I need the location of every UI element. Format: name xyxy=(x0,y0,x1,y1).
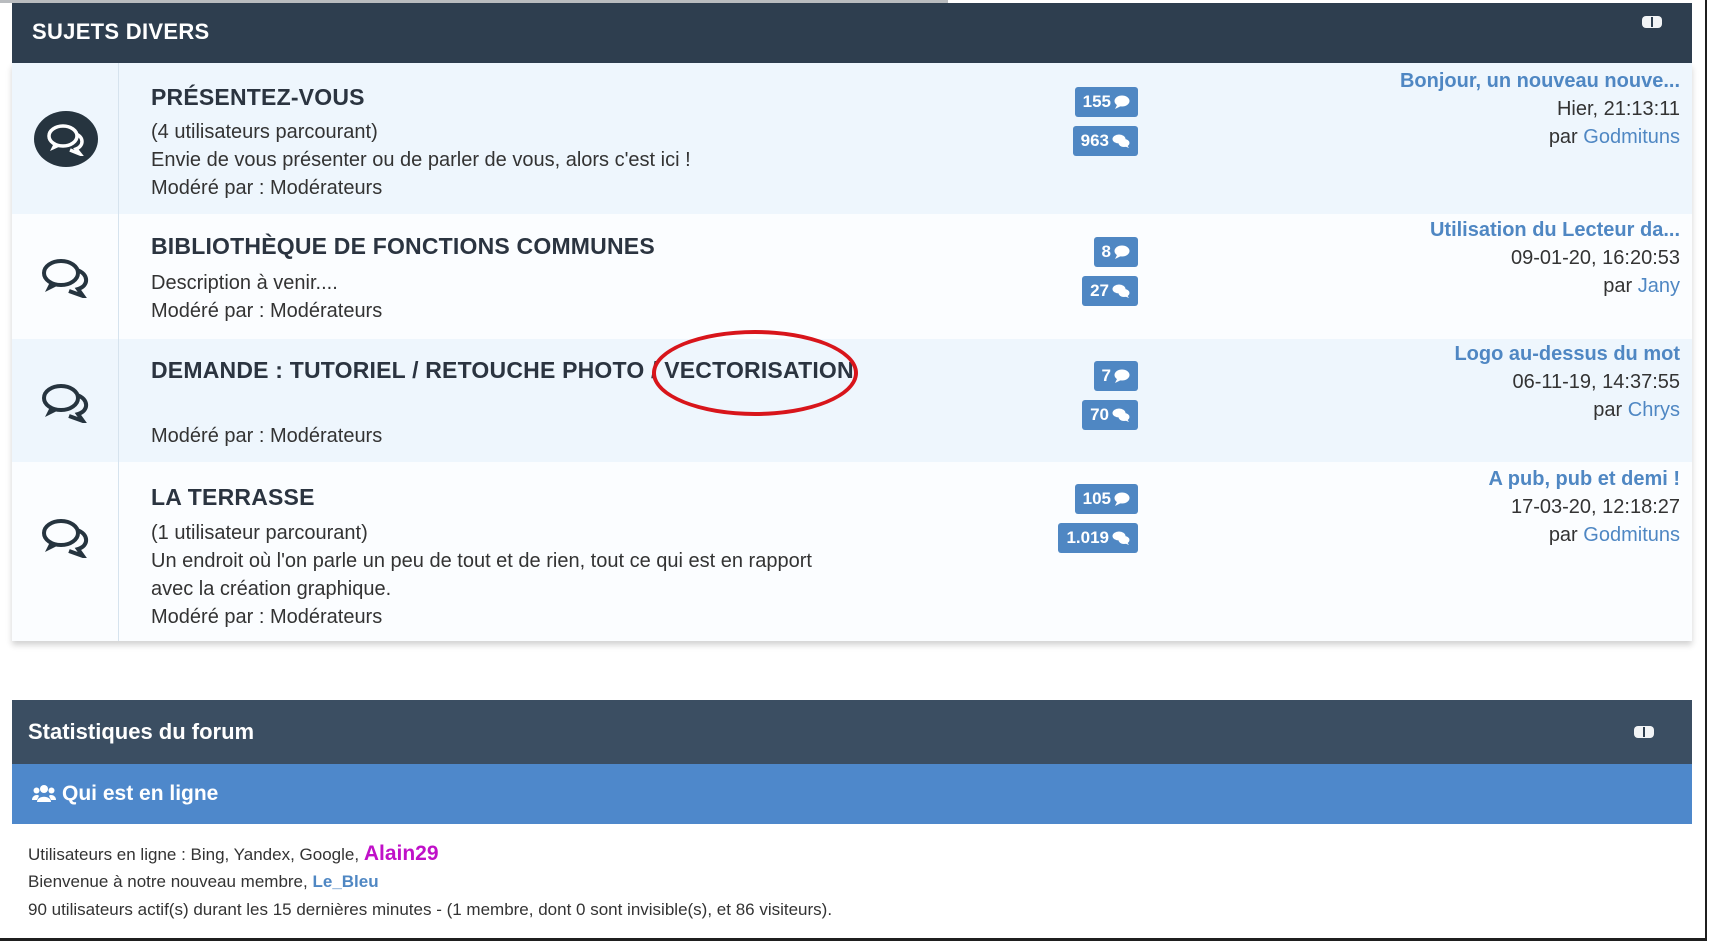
forum-icon-cell xyxy=(12,462,119,641)
topics-count-badge: 105 xyxy=(1074,484,1138,514)
users-group-icon xyxy=(32,785,56,802)
forum-moderators: Modéré par : Modérateurs xyxy=(151,300,383,322)
forum-title-link[interactable]: LA TERRASSE xyxy=(151,484,315,511)
newest-member-label: Bienvenue à notre nouveau membre, xyxy=(28,872,308,891)
last-post-date: 09-01-20, 16:20:53 xyxy=(1510,247,1680,269)
forum-moderators: Modéré par : Modérateurs xyxy=(151,606,383,628)
forum-description: Description à venir.... xyxy=(151,272,338,294)
posts-bubbles-icon xyxy=(1112,134,1130,148)
who-is-online-bar: Qui est en ligne xyxy=(12,764,1692,824)
topics-bubble-icon xyxy=(1114,492,1130,506)
posts-bubbles-icon xyxy=(1112,531,1130,545)
forum-description-line1: Un endroit où l'on parle un peu de tout … xyxy=(151,550,812,572)
online-users-label: Utilisateurs en ligne : Bing, Yandex, Go… xyxy=(28,845,360,864)
online-users-line: Utilisateurs en ligne : Bing, Yandex, Go… xyxy=(28,842,439,866)
collapse-toggle-icon[interactable] xyxy=(1634,726,1654,738)
posts-count: 1.019 xyxy=(1066,528,1109,547)
last-post-author: par Godmituns xyxy=(1489,521,1680,549)
online-user-link[interactable]: Alain29 xyxy=(364,842,439,865)
stats-title: Statistiques du forum xyxy=(28,719,255,744)
last-post-author-link[interactable]: Godmituns xyxy=(1583,524,1680,546)
last-post-title-link[interactable]: Bonjour, un nouveau nouve... xyxy=(1400,67,1680,95)
topics-bubble-icon xyxy=(1114,369,1130,383)
newest-member-line: Bienvenue à notre nouveau membre, Le_Ble… xyxy=(28,872,379,892)
topics-count: 155 xyxy=(1082,92,1111,111)
newest-member-link[interactable]: Le_Bleu xyxy=(312,872,378,891)
posts-count-badge: 27 xyxy=(1082,276,1138,306)
topics-bubble-icon xyxy=(1114,245,1130,259)
forum-row-presentez-vous: PRÉSENTEZ-VOUS (4 utilisateurs parcouran… xyxy=(12,63,1692,214)
forum-browsing-count: (1 utilisateur parcourant) xyxy=(151,522,368,544)
topics-count: 8 xyxy=(1101,242,1111,261)
last-post-by-label: par xyxy=(1548,524,1578,546)
last-post-author-link[interactable]: Godmituns xyxy=(1583,126,1680,148)
collapse-toggle-icon[interactable] xyxy=(1642,16,1662,28)
highlight-annotation-ellipse xyxy=(652,330,858,416)
forum-row-bibliotheque: BIBLIOTHÈQUE DE FONCTIONS COMMUNES Descr… xyxy=(12,214,1692,339)
forum-description-line2: avec la création graphique. xyxy=(151,578,392,600)
forum-list: PRÉSENTEZ-VOUS (4 utilisateurs parcouran… xyxy=(12,63,1692,641)
forum-title-link[interactable]: BIBLIOTHÈQUE DE FONCTIONS COMMUNES xyxy=(151,233,655,260)
posts-count: 963 xyxy=(1080,131,1109,150)
last-post-info: Logo au-dessus du mot 06-11-19, 14:37:55… xyxy=(1454,340,1680,424)
forum-read-icon xyxy=(42,384,89,423)
forum-moderators: Modéré par : Modérateurs xyxy=(151,425,383,447)
forum-row-la-terrasse: LA TERRASSE (1 utilisateur parcourant) U… xyxy=(12,462,1692,641)
forum-icon-cell xyxy=(12,63,119,214)
forum-description: Envie de vous présenter ou de parler de … xyxy=(151,149,691,171)
last-post-author: par Godmituns xyxy=(1400,123,1680,151)
topics-count: 7 xyxy=(1101,366,1111,385)
category-title: SUJETS DIVERS xyxy=(32,19,210,44)
last-post-info: Bonjour, un nouveau nouve... Hier, 21:13… xyxy=(1400,67,1680,151)
forum-read-icon xyxy=(42,519,89,558)
posts-bubbles-icon xyxy=(1112,408,1130,422)
last-post-by-label: par xyxy=(1548,126,1578,148)
forum-browsing-count: (4 utilisateurs parcourant) xyxy=(151,121,378,143)
posts-bubbles-icon xyxy=(1112,284,1130,298)
topics-count: 105 xyxy=(1082,489,1111,508)
last-post-title-link[interactable]: A pub, pub et demi ! xyxy=(1489,465,1680,493)
last-post-author-link[interactable]: Jany xyxy=(1638,275,1680,297)
last-post-title-link[interactable]: Logo au-dessus du mot xyxy=(1454,340,1680,368)
window-right-edge xyxy=(1705,0,1707,941)
topics-bubble-icon xyxy=(1114,95,1130,109)
last-post-author-link[interactable]: Chrys xyxy=(1628,399,1680,421)
who-is-online-title: Qui est en ligne xyxy=(32,782,218,806)
forum-row-demande-tutoriel: DEMANDE : TUTORIEL / RETOUCHE PHOTO / VE… xyxy=(12,339,1692,462)
topics-count-badge: 8 xyxy=(1093,237,1138,267)
category-header: SUJETS DIVERS xyxy=(12,3,1692,63)
forum-read-icon xyxy=(42,259,89,298)
last-post-date: 06-11-19, 14:37:55 xyxy=(1512,371,1680,393)
posts-count: 70 xyxy=(1090,405,1109,424)
forum-moderators: Modéré par : Modérateurs xyxy=(151,177,383,199)
last-post-title-link[interactable]: Utilisation du Lecteur da... xyxy=(1430,216,1680,244)
last-post-info: Utilisation du Lecteur da... 09-01-20, 1… xyxy=(1430,216,1680,300)
posts-count-badge: 70 xyxy=(1082,400,1138,430)
last-post-by-label: par xyxy=(1603,275,1633,297)
forum-new-posts-icon xyxy=(34,111,98,167)
topics-count-badge: 7 xyxy=(1093,361,1138,391)
last-post-info: A pub, pub et demi ! 17-03-20, 12:18:27 … xyxy=(1489,465,1680,549)
last-post-by-label: par xyxy=(1593,399,1623,421)
active-users-line: 90 utilisateurs actif(s) durant les 15 d… xyxy=(28,900,833,919)
stats-header: Statistiques du forum xyxy=(12,700,1692,764)
forum-title-link[interactable]: PRÉSENTEZ-VOUS xyxy=(151,84,365,111)
posts-count-badge: 1.019 xyxy=(1058,523,1138,553)
posts-count-badge: 963 xyxy=(1072,126,1138,156)
forum-icon-cell xyxy=(12,339,119,462)
last-post-date: Hier, 21:13:11 xyxy=(1556,98,1680,120)
forum-icon-cell xyxy=(12,214,119,339)
last-post-author: par Jany xyxy=(1430,272,1680,300)
last-post-date: 17-03-20, 12:18:27 xyxy=(1510,496,1680,518)
who-is-online-label: Qui est en ligne xyxy=(62,782,219,805)
posts-count: 27 xyxy=(1090,281,1109,300)
topics-count-badge: 155 xyxy=(1074,87,1138,117)
stats-body: Utilisateurs en ligne : Bing, Yandex, Go… xyxy=(12,824,1692,938)
last-post-author: par Chrys xyxy=(1454,396,1680,424)
